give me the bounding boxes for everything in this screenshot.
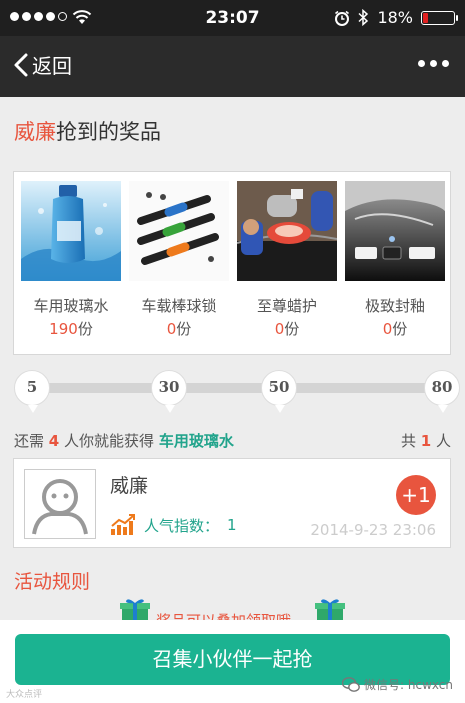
washer-fluid-bottle-icon xyxy=(21,181,121,281)
prize-name: 车用玻璃水 xyxy=(33,297,109,315)
watermark-right: 微信号: hcwxcn xyxy=(342,676,453,693)
prize-heading: 威廉抢到的奖品 xyxy=(14,116,161,146)
chevron-left-icon xyxy=(14,53,28,76)
trend-chart-icon xyxy=(111,514,135,535)
milestone-marker: 5 xyxy=(14,370,50,413)
battery-icon xyxy=(421,10,458,25)
popularity-row: 人气指数： 1 xyxy=(110,514,237,536)
prize-heading-text: 抢到的奖品 xyxy=(56,120,161,144)
target-prize: 车用玻璃水 xyxy=(158,432,234,450)
back-label: 返回 xyxy=(32,54,72,78)
battery-percent: 18% xyxy=(377,8,413,27)
alarm-icon xyxy=(335,10,350,26)
total-participants: 共 1 人 xyxy=(400,432,451,450)
popularity-label: 人气指数： xyxy=(144,516,220,535)
wechat-logo-icon xyxy=(342,676,360,692)
member-timestamp: 2014-9-23 23:06 xyxy=(310,521,436,539)
popularity-value: 1 xyxy=(227,516,237,534)
rules-title: 活动规则 xyxy=(14,571,91,593)
winner-name: 威廉 xyxy=(14,120,56,144)
more-options-icon[interactable] xyxy=(418,60,449,67)
bluetooth-icon xyxy=(358,9,369,26)
member-card: 威廉 人气指数： 1 +1 2014-9-23 23:06 xyxy=(13,458,451,548)
prize-count: 0份 xyxy=(382,320,408,338)
car-glaze-icon xyxy=(345,181,445,281)
milestone-marker: 80 xyxy=(424,370,460,413)
prize-name: 车载棒球锁 xyxy=(141,297,217,315)
prize-name: 极致封釉 xyxy=(364,297,425,315)
prize-item-washer-fluid[interactable]: 车用玻璃水 190份 xyxy=(21,181,121,339)
prize-name: 至尊蜡护 xyxy=(256,297,317,315)
prize-item-glaze[interactable]: 极致封釉 0份 xyxy=(345,181,445,339)
prize-item-wax-care[interactable]: 至尊蜡护 0份 xyxy=(237,181,337,339)
avatar xyxy=(24,469,96,539)
rule-line: 奖品可以叠加领取哦 xyxy=(120,595,346,623)
milestone-marker: 30 xyxy=(151,370,187,413)
progress-track xyxy=(20,383,445,393)
prize-item-steering-lock[interactable]: 车载棒球锁 0份 xyxy=(129,181,229,339)
prize-count: 0份 xyxy=(166,320,192,338)
member-name: 威廉 xyxy=(110,475,149,497)
car-polishing-icon xyxy=(237,181,337,281)
watermark-left: 大众点评 xyxy=(6,690,43,700)
plus-one-button[interactable]: +1 xyxy=(396,475,436,515)
remaining-count: 4 xyxy=(48,432,60,450)
prize-panel: 车用玻璃水 190份 车载棒球锁 0份 至尊蜡护 0份 极致封釉 0份 xyxy=(13,171,451,355)
remaining-needed-text: 还需 4 人你就能获得 车用玻璃水 xyxy=(14,432,234,450)
nav-bar: 返回 xyxy=(0,36,465,97)
prize-count: 190份 xyxy=(49,320,93,338)
back-button[interactable]: 返回 xyxy=(12,50,72,79)
steering-lock-icon xyxy=(129,181,229,281)
milestone-marker: 50 xyxy=(261,370,297,413)
status-bar: 23:07 18% xyxy=(0,0,465,36)
prize-count: 0份 xyxy=(274,320,300,338)
